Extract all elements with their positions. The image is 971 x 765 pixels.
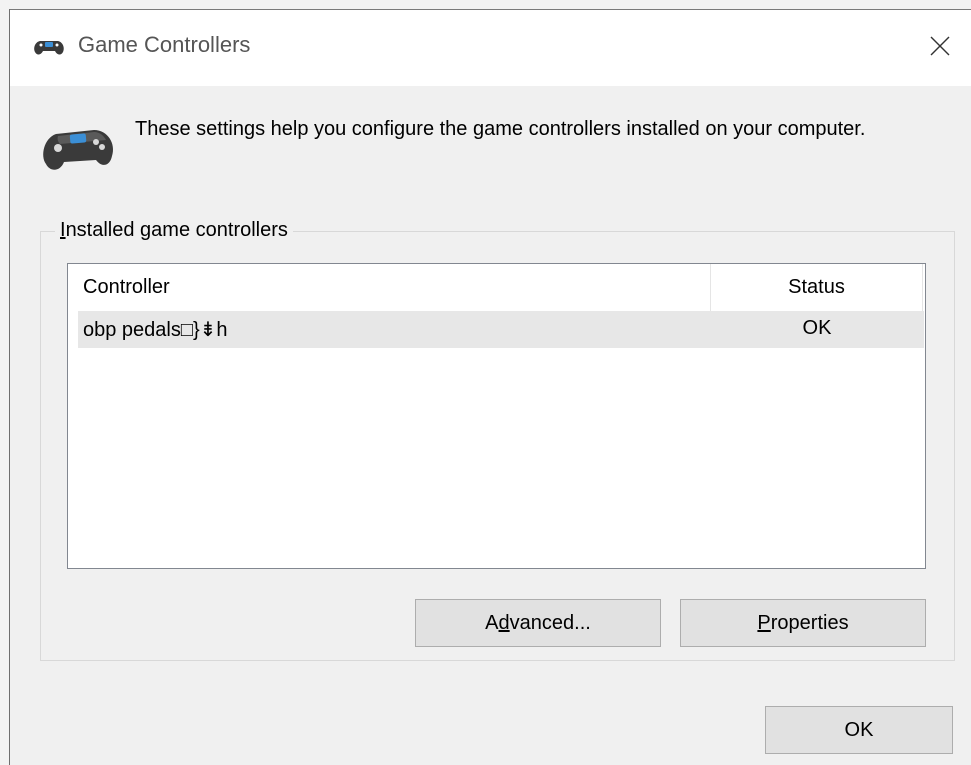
game-controllers-dialog: Game Controllers These settings help you… [10, 10, 971, 765]
properties-label-rest: roperties [770, 611, 849, 634]
group-label: Installed game controllers [55, 217, 293, 243]
controllers-list[interactable]: Controller Status obp pedals□}⇟h OK [67, 263, 926, 569]
intro-text: These settings help you configure the ga… [135, 118, 866, 140]
group-label-rest: nstalled game controllers [65, 219, 288, 241]
properties-button[interactable]: Properties [680, 599, 926, 647]
advanced-label-rest: vanced... [509, 611, 591, 634]
advanced-label-prefix: A [485, 611, 499, 634]
gamepad-icon [32, 36, 66, 58]
title-bar[interactable]: Game Controllers [10, 10, 971, 86]
dialog-client-area: These settings help you configure the ga… [10, 86, 971, 765]
column-header-status[interactable]: Status [711, 264, 923, 311]
gamepad-icon [40, 120, 118, 178]
close-button[interactable] [920, 28, 960, 68]
close-icon [929, 35, 951, 62]
table-row[interactable]: obp pedals□}⇟h OK [78, 311, 924, 348]
controller-name: obp pedals□}⇟h [83, 319, 228, 341]
window-title: Game Controllers [78, 32, 251, 57]
advanced-label-accelerator: d [498, 611, 510, 634]
advanced-button[interactable]: Ad vanced... [415, 599, 661, 647]
column-header-controller[interactable]: Controller [68, 264, 711, 311]
controller-status: OK [802, 317, 832, 339]
ok-button[interactable]: OK [765, 706, 953, 754]
properties-label-accelerator: P [757, 611, 771, 634]
list-header: Controller Status [68, 264, 925, 311]
